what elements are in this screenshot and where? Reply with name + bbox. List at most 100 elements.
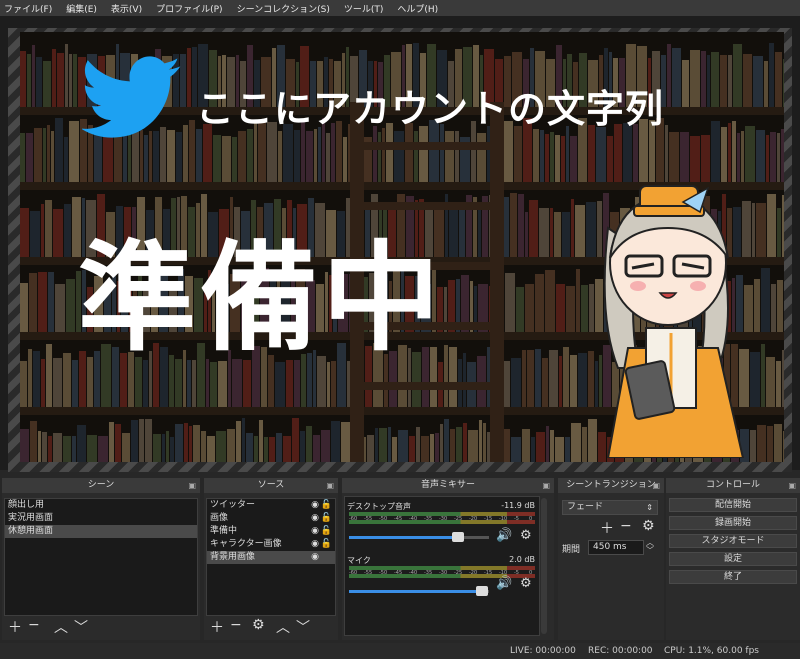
meter-tick-label: 0 [529,516,533,522]
meter-tick-label: -35 [424,516,433,522]
menu-edit[interactable]: 編集(E) [66,2,97,15]
meter-tick-label: -30 [439,516,448,522]
menu-file[interactable]: ファイル(F) [4,2,52,15]
menu-tools[interactable]: ツール(T) [344,2,384,15]
list-item[interactable]: 顔出し用 [5,499,197,512]
channel-db: 2.0 dB [509,555,535,564]
source-label: 画像 [210,513,229,523]
duration-input[interactable]: 450 ms [588,540,644,555]
lock-icon[interactable]: 🔓 [321,512,332,525]
status-bar: LIVE: 00:00:00 REC: 00:00:00 CPU: 1.1%, … [0,643,800,659]
volume-slider[interactable] [349,532,489,542]
sources-list[interactable]: ツイッター ◉ 🔓 画像 ◉ 🔓 準備中 ◉ 🔓 キャラクター画像 ◉ 🔓 背景用画像 ◉ [206,498,336,616]
move-down-icon[interactable]: ﹀ [74,617,88,637]
speaker-icon[interactable]: 🔊 [496,576,512,591]
meter-tick-label: -20 [469,516,478,522]
scenes-list[interactable]: 顔出し用 実況用画面 休憩用画面 [4,498,198,616]
chevron-updown-icon: ⇕ [646,503,653,512]
volume-slider[interactable] [349,586,489,596]
add-source-button[interactable]: ＋ [210,617,224,637]
preview-canvas[interactable]: ここにアカウントの文字列 準備中 [20,32,784,462]
controls-dock-title: コントロール ▣ [666,478,800,493]
source-item[interactable]: 画像 ◉ 🔓 [207,512,335,525]
studio-mode-button[interactable]: スタジオモード [669,534,797,548]
remove-source-button[interactable]: − [230,617,242,633]
transition-selected: フェード [567,502,604,512]
source-item[interactable]: ツイッター ◉ 🔓 [207,499,335,512]
float-icon[interactable]: ▣ [326,478,334,493]
menu-view[interactable]: 表示(V) [111,2,142,15]
twitter-account-text: ここにアカウントの文字列 [196,87,665,131]
meter-tick-label: -20 [469,570,478,576]
meter-tick-label: -55 [364,570,373,576]
start-streaming-button[interactable]: 配信開始 [669,498,797,512]
exit-button[interactable]: 終了 [669,570,797,584]
remove-transition-button[interactable]: − [620,518,632,534]
eye-icon[interactable]: ◉ [311,538,319,551]
add-transition-button[interactable]: ＋ [600,518,614,538]
source-label: ツイッター [210,500,256,510]
live-status: LIVE: 00:00:00 [510,646,576,656]
settings-button[interactable]: 設定 [669,552,797,566]
move-down-icon[interactable]: ﹀ [296,617,310,637]
duration-label: 期間 [562,545,581,555]
eye-icon[interactable]: ◉ [311,512,319,525]
source-label: キャラクター画像 [210,539,282,549]
scenes-dock-title: シーン ▣ [2,478,200,493]
gear-icon[interactable]: ⚙ [520,576,532,591]
lock-icon[interactable]: 🔓 [321,499,332,512]
channel-name: デスクトップ音声 [347,502,411,511]
eye-icon[interactable]: ◉ [311,551,319,564]
volume-slider-fill [349,536,459,539]
volume-slider-handle[interactable] [476,586,488,596]
mixer-scrollbar[interactable] [541,498,547,634]
remove-scene-button[interactable]: − [28,617,40,633]
float-icon[interactable]: ▣ [542,478,550,493]
menu-scene-collection[interactable]: シーンコレクション(S) [237,2,330,15]
meter-tick-label: -5 [514,516,519,522]
source-label: 準備中 [210,526,238,536]
volume-slider-handle[interactable] [452,532,465,542]
speaker-icon[interactable]: 🔊 [496,528,512,543]
meter-tick-label: -5 [514,570,519,576]
meter-tick-label: -40 [409,516,418,522]
preparing-text: 準備中 [78,229,445,367]
add-scene-button[interactable]: ＋ [8,617,22,637]
lock-icon[interactable]: 🔓 [321,525,332,538]
list-item[interactable]: 実況用画面 [5,512,197,525]
scenes-title: シーン [87,480,115,490]
mixer-title: 音声ミキサー [420,480,475,490]
start-recording-button[interactable]: 録画開始 [669,516,797,530]
menu-bar: ファイル(F) 編集(E) 表示(V) プロファイル(P) シーンコレクション(… [0,0,800,16]
gear-icon[interactable]: ⚙ [252,617,265,633]
gear-icon[interactable]: ⚙ [642,518,655,534]
channel-name: マイク [347,556,371,565]
meter-tick-label: -30 [439,570,448,576]
float-icon[interactable]: ▣ [788,478,796,493]
gear-icon[interactable]: ⚙ [520,528,532,543]
float-icon[interactable]: ▣ [188,478,196,493]
menu-help[interactable]: ヘルプ(H) [397,2,438,15]
channel-db: -11.9 dB [501,501,535,510]
sources-dock-title: ソース ▣ [204,478,338,493]
transition-select[interactable]: フェード ⇕ [562,500,658,515]
meter-tick-label: -15 [484,570,493,576]
move-up-icon[interactable]: ︿ [276,617,290,637]
source-item[interactable]: キャラクター画像 ◉ 🔓 [207,538,335,551]
lock-icon[interactable]: 🔓 [321,538,332,551]
volume-slider-fill [349,590,482,593]
eye-icon[interactable]: ◉ [311,499,319,512]
duration-stepper[interactable]: ︿ ﹀ [646,539,654,555]
float-icon[interactable]: ▣ [652,478,660,493]
character-image [603,185,745,458]
source-item[interactable]: 背景用画像 ◉ [207,551,335,564]
meter-tick-label: -55 [364,516,373,522]
mixer-dock-title: 音声ミキサー ▣ [342,478,554,493]
rec-status: REC: 00:00:00 [588,646,653,656]
menu-profile[interactable]: プロファイル(P) [156,2,222,15]
list-item[interactable]: 休憩用画面 [5,525,197,538]
eye-icon[interactable]: ◉ [311,525,319,538]
meter-tick-label: -25 [454,570,463,576]
source-item[interactable]: 準備中 ◉ 🔓 [207,525,335,538]
move-up-icon[interactable]: ︿ [54,617,68,637]
